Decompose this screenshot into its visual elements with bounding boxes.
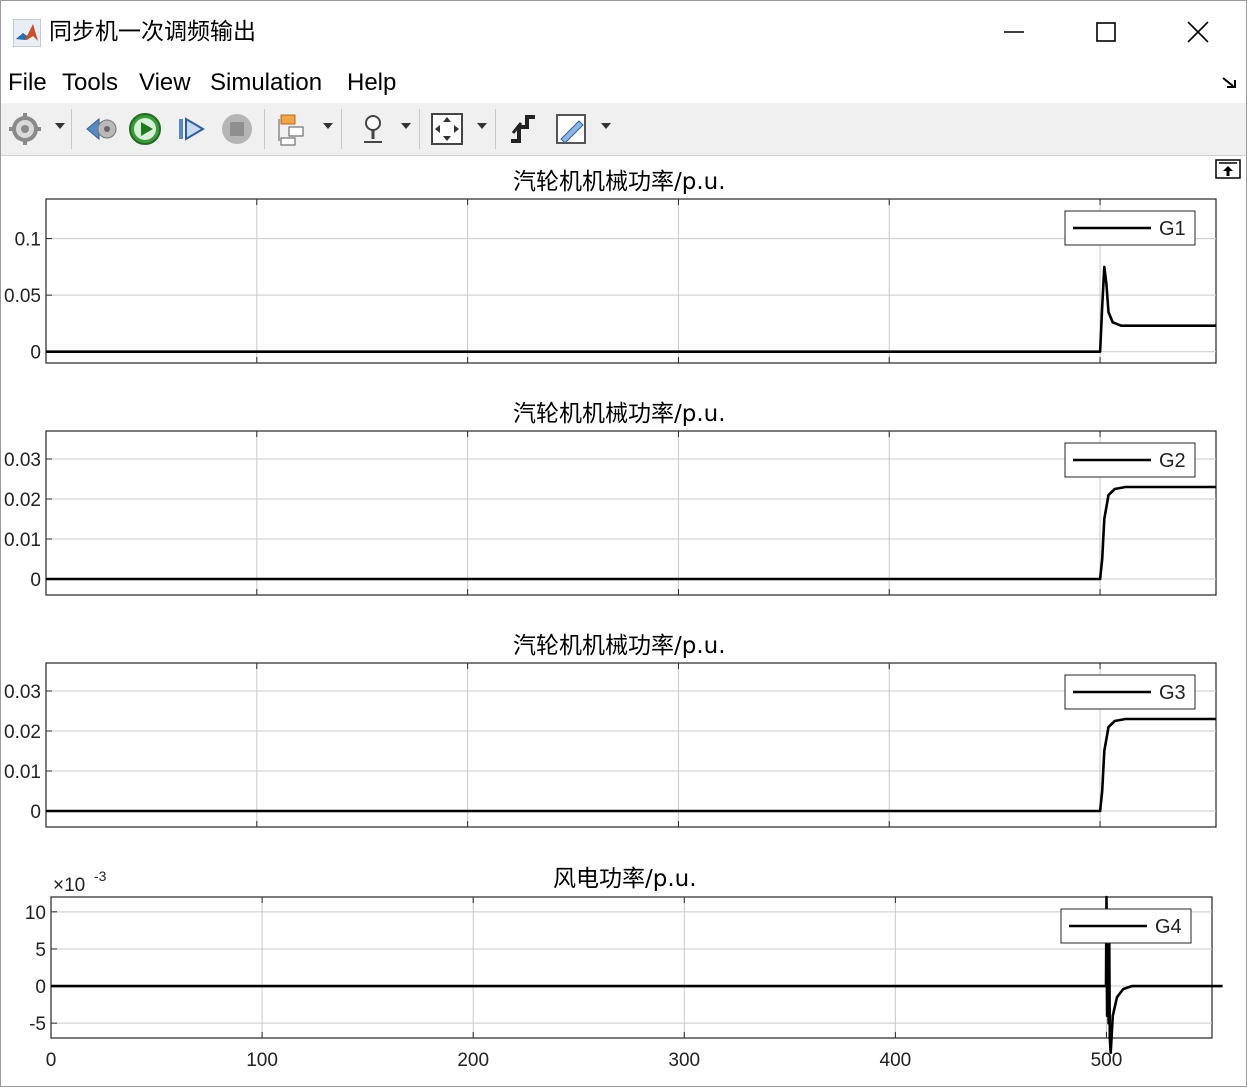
y-tick-label: 0.02 (4, 722, 41, 743)
x-tick-label: 300 (668, 1050, 700, 1071)
chevron-down-icon[interactable] (55, 123, 65, 131)
toolbar-divider (71, 109, 72, 149)
y-tick-label: 10 (25, 903, 46, 924)
axes-box (45, 662, 1217, 828)
step-forward-icon[interactable] (173, 111, 209, 147)
x-tick-label: 400 (880, 1050, 912, 1071)
exponent-label: ×10 (53, 875, 85, 896)
plot-title-4: 风电功率/p.u. (553, 866, 697, 892)
scope-window: 同步机一次调频输出 File Tools View Simulation Hel… (0, 0, 1247, 1087)
matlab-logo-icon (13, 19, 41, 47)
y-tick-label: 0.01 (4, 762, 41, 783)
exponent-power: -3 (94, 868, 107, 884)
chevron-down-icon[interactable] (477, 123, 487, 131)
y-tick-label: 0.02 (4, 490, 41, 511)
y-tick-label: 0 (35, 977, 46, 998)
legend-label: G1 (1159, 218, 1186, 240)
trigger-icon[interactable] (505, 111, 541, 147)
x-tick-label: 200 (457, 1050, 489, 1071)
legend-label: G2 (1159, 450, 1186, 472)
undock-arrow-icon[interactable] (1221, 75, 1239, 91)
y-tick-label: 0 (30, 570, 41, 591)
toolbar-divider (264, 109, 265, 149)
chevron-down-icon[interactable] (401, 123, 411, 131)
step-back-icon[interactable] (83, 111, 119, 147)
scope-plots[interactable]: 0.1 0.05 0 G1 0.03 0.02 0.01 0 G2 0.03 0.02 0.01 0 G3… (1, 156, 1246, 1086)
y-tick-label: 5 (35, 940, 46, 961)
menu-tools[interactable]: Tools (62, 67, 118, 99)
y-tick-label: -5 (29, 1014, 46, 1035)
plot-area: 0.1 0.05 0 G1 0.03 0.02 0.01 0 G2 0.03 0.02 0.01 0 G3… (1, 156, 1246, 1086)
chevron-down-icon[interactable] (323, 123, 333, 131)
y-tick-label: 0.1 (15, 230, 41, 251)
menu-simulation[interactable]: Simulation (210, 67, 322, 99)
plot-title-2: 汽轮机机械功率/p.u. (513, 401, 726, 427)
title-bar: 同步机一次调频输出 (1, 1, 1246, 63)
toolbar-divider (495, 109, 496, 149)
restore-layout-icon[interactable] (1215, 159, 1241, 179)
legend-label: G3 (1159, 682, 1186, 704)
plot-title-1: 汽轮机机械功率/p.u. (513, 169, 726, 195)
chevron-down-icon[interactable] (601, 123, 611, 131)
x-tick-label: 100 (246, 1050, 278, 1071)
plot-title-3: 汽轮机机械功率/p.u. (513, 633, 726, 659)
toolbar-divider (419, 109, 420, 149)
toolbar (1, 103, 1246, 156)
y-tick-label: 0.03 (4, 450, 41, 471)
menu-help[interactable]: Help (347, 67, 396, 99)
gear-icon[interactable] (7, 111, 43, 147)
y-tick-label: 0.01 (4, 530, 41, 551)
y-tick-label: 0 (30, 343, 41, 364)
fit-to-view-icon[interactable] (429, 111, 465, 147)
measure-icon[interactable] (553, 111, 589, 147)
stop-icon[interactable] (219, 111, 255, 147)
x-tick-label: 0 (46, 1050, 57, 1071)
menu-view[interactable]: View (139, 67, 191, 99)
axes-box (45, 430, 1217, 596)
menu-bar: File Tools View Simulation Help (1, 63, 1246, 104)
axes-box (45, 198, 1217, 364)
minimize-button[interactable] (991, 9, 1037, 55)
y-tick-label: 0.05 (4, 286, 41, 307)
window-title: 同步机一次调频输出 (49, 19, 256, 45)
axes-box (50, 896, 1213, 1039)
signal-config-icon[interactable] (275, 111, 313, 147)
zoom-icon[interactable] (355, 111, 391, 147)
run-icon[interactable] (127, 111, 163, 147)
maximize-button[interactable] (1083, 9, 1129, 55)
x-tick-label: 500 (1091, 1050, 1123, 1071)
toolbar-divider (341, 109, 342, 149)
legend-label: G4 (1155, 916, 1182, 938)
menu-file[interactable]: File (8, 67, 47, 99)
y-tick-label: 0.03 (4, 682, 41, 703)
close-button[interactable] (1175, 9, 1221, 55)
y-tick-label: 0 (30, 802, 41, 823)
